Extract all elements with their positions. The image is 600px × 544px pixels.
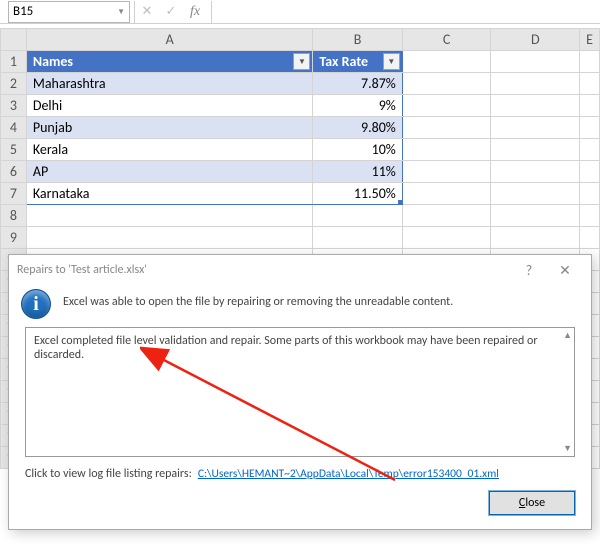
dialog-details[interactable]: Excel completed file level validation an… bbox=[25, 327, 575, 457]
log-label: Click to view log file listing repairs: bbox=[25, 467, 192, 481]
table-cell[interactable]: 7.87% bbox=[313, 73, 402, 95]
formula-bar: B15 ▼ ✕ ✓ fx bbox=[0, 0, 600, 24]
table-cell[interactable]: Delhi bbox=[26, 95, 313, 117]
name-box-value: B15 bbox=[13, 4, 33, 19]
scroll-down-icon[interactable]: ▼ bbox=[563, 443, 572, 454]
log-file-link[interactable]: C:\Users\HEMANT~2\AppData\Local\Temp\err… bbox=[198, 467, 499, 481]
dialog-message: Excel was able to open the file by repai… bbox=[63, 289, 453, 309]
repairs-dialog: Repairs to 'Test article.xlsx' ? ✕ i Exc… bbox=[8, 254, 592, 530]
column-header-a[interactable]: A bbox=[26, 29, 313, 51]
dialog-title: Repairs to 'Test article.xlsx' bbox=[17, 263, 147, 277]
close-icon[interactable]: ✕ bbox=[547, 262, 583, 279]
filter-dropdown-icon[interactable]: ▼ bbox=[383, 53, 400, 70]
formula-input[interactable] bbox=[212, 1, 600, 23]
table-header-label: Names bbox=[33, 53, 73, 70]
column-header-b[interactable]: B bbox=[313, 29, 402, 51]
row-header[interactable]: 8 bbox=[1, 205, 27, 227]
table-header-label: Tax Rate bbox=[319, 53, 368, 70]
dialog-body-text: Excel completed file level validation an… bbox=[34, 334, 538, 362]
table-cell[interactable]: 9.80% bbox=[313, 117, 402, 139]
dialog-titlebar[interactable]: Repairs to 'Test article.xlsx' ? ✕ bbox=[9, 255, 591, 285]
row-header[interactable]: 5 bbox=[1, 139, 27, 161]
scroll-up-icon[interactable]: ▲ bbox=[563, 330, 572, 341]
info-icon: i bbox=[21, 289, 51, 319]
insert-function-button[interactable]: fx bbox=[183, 1, 207, 23]
row-header[interactable]: 2 bbox=[1, 73, 27, 95]
name-box[interactable]: B15 ▼ bbox=[8, 1, 130, 23]
table-resize-handle-icon[interactable] bbox=[398, 200, 403, 205]
table-cell[interactable]: Kerala bbox=[26, 139, 313, 161]
table-cell[interactable]: Karnataka bbox=[26, 183, 313, 205]
column-header-d[interactable]: D bbox=[491, 29, 580, 51]
row-header[interactable]: 3 bbox=[1, 95, 27, 117]
chevron-down-icon[interactable]: ▼ bbox=[117, 7, 125, 17]
help-button[interactable]: ? bbox=[511, 262, 547, 279]
cancel-formula-button: ✕ bbox=[135, 1, 159, 23]
table-header-names[interactable]: Names ▼ bbox=[26, 51, 313, 73]
row-header[interactable]: 6 bbox=[1, 161, 27, 183]
column-header-c[interactable]: C bbox=[402, 29, 491, 51]
row-header[interactable]: 4 bbox=[1, 117, 27, 139]
table-cell[interactable]: 11% bbox=[313, 161, 402, 183]
cell-value: 11.50% bbox=[354, 185, 396, 202]
table-cell[interactable]: Punjab bbox=[26, 117, 313, 139]
table-cell[interactable]: AP bbox=[26, 161, 313, 183]
close-button[interactable]: Close bbox=[489, 491, 575, 515]
close-button-rest: lose bbox=[525, 496, 545, 510]
table-cell[interactable]: 9% bbox=[313, 95, 402, 117]
column-header-e[interactable]: E bbox=[580, 29, 600, 51]
row-header[interactable]: 7 bbox=[1, 183, 27, 205]
filter-dropdown-icon[interactable]: ▼ bbox=[293, 53, 310, 70]
select-all-corner[interactable] bbox=[1, 29, 27, 51]
table-cell[interactable]: 11.50% bbox=[313, 183, 402, 205]
table-cell[interactable]: 10% bbox=[313, 139, 402, 161]
row-header[interactable]: 9 bbox=[1, 227, 27, 249]
row-header[interactable]: 1 bbox=[1, 51, 27, 73]
table-cell[interactable]: Maharashtra bbox=[26, 73, 313, 95]
confirm-formula-button: ✓ bbox=[159, 1, 183, 23]
table-header-rate[interactable]: Tax Rate ▼ bbox=[313, 51, 402, 73]
